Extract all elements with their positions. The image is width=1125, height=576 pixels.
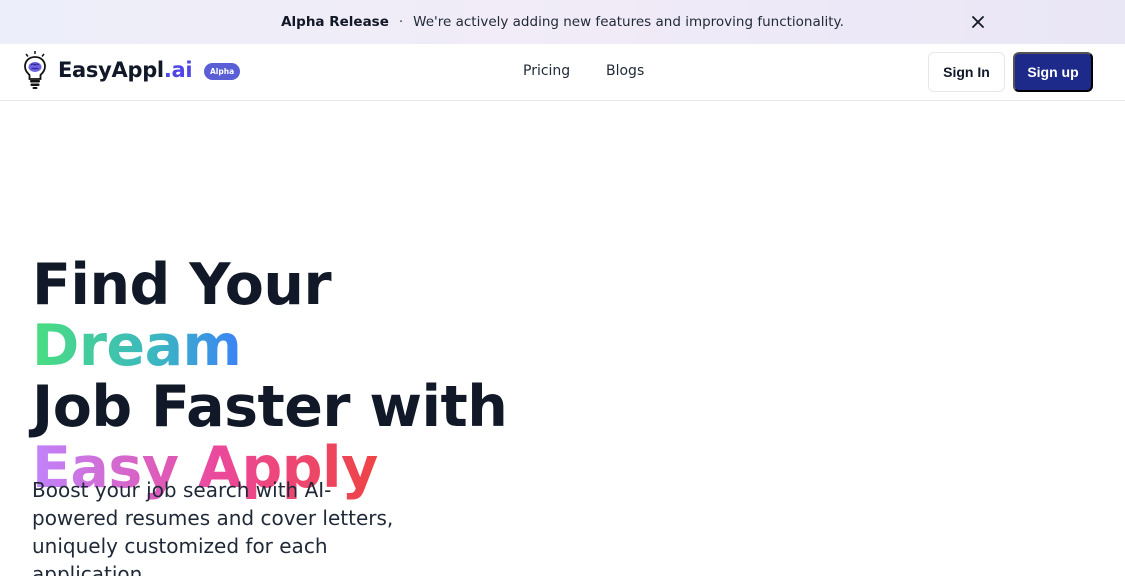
hero-title-part1: Find Your xyxy=(32,252,332,318)
announcement-banner: Alpha Release · We're actively adding ne… xyxy=(0,0,1125,44)
nav-link-pricing[interactable]: Pricing xyxy=(523,63,570,79)
close-icon[interactable] xyxy=(968,12,988,32)
brand-suffix: .ai xyxy=(163,58,193,82)
banner-title: Alpha Release xyxy=(281,14,389,30)
hero-title: Find Your Dream Job Faster with Easy Apply xyxy=(32,255,552,499)
sign-up-button[interactable]: Sign up xyxy=(1013,52,1093,92)
hero-highlight-dream: Dream xyxy=(32,313,242,379)
nav-link-blogs[interactable]: Blogs xyxy=(606,63,644,79)
alpha-badge: Alpha xyxy=(204,63,241,80)
lightbulb-brain-icon[interactable] xyxy=(22,50,48,90)
hero-title-part2: Job Faster with xyxy=(32,374,508,440)
banner-message: We're actively adding new features and i… xyxy=(413,14,844,30)
banner-separator: · xyxy=(398,14,404,30)
sign-in-button[interactable]: Sign In xyxy=(928,52,1005,92)
brand-name: EasyAppl xyxy=(58,58,164,82)
top-navbar: EasyAppl.ai Alpha Pricing Blogs Sign In … xyxy=(0,44,1125,101)
hero-subtitle: Boost your job search with AI-powered re… xyxy=(32,478,394,576)
brand-logo[interactable]: EasyAppl.ai xyxy=(58,58,193,82)
